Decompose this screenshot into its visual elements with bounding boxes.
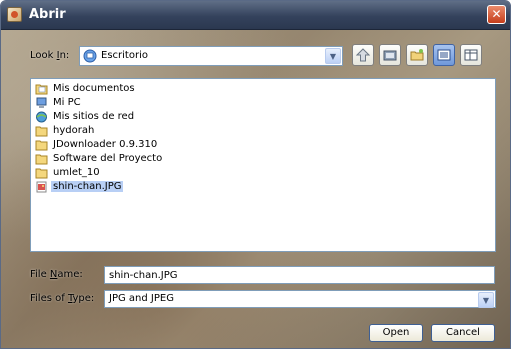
folder-icon — [35, 168, 48, 178]
look-in-label: Look In: — [30, 50, 70, 61]
details-view-button[interactable] — [460, 44, 482, 66]
list-item[interactable]: Mi PC — [35, 96, 83, 109]
network-icon — [36, 111, 47, 122]
list-item[interactable]: umlet_10 — [35, 166, 102, 179]
list-item[interactable]: Mis sitios de red — [35, 110, 136, 123]
details-view-icon — [464, 49, 478, 61]
file-open-dialog: Abrir ✕ Look In: Escritorio ▼ Mis docume… — [0, 0, 511, 349]
list-item[interactable]: Software del Proyecto — [35, 152, 164, 165]
up-arrow-icon — [356, 48, 370, 62]
file-type-label: Files of Type: — [30, 293, 95, 304]
new-folder-icon — [410, 49, 424, 61]
look-in-value: Escritorio — [101, 50, 148, 61]
list-item[interactable]: JDownloader 0.9.310 — [35, 138, 159, 151]
file-name-field[interactable] — [104, 266, 495, 284]
file-list[interactable]: Mis documentos Mi PC Mis sitios de red h… — [30, 78, 496, 252]
new-folder-button[interactable] — [406, 44, 428, 66]
computer-icon — [36, 97, 47, 108]
cancel-button[interactable]: Cancel — [431, 324, 495, 342]
chevron-down-icon[interactable]: ▼ — [325, 48, 341, 64]
close-button[interactable]: ✕ — [487, 5, 506, 24]
open-button[interactable]: Open — [369, 324, 423, 342]
list-item[interactable]: shin-chan.JPG — [35, 180, 124, 193]
file-name-label: File Name: — [30, 269, 83, 280]
folder-icon — [35, 154, 48, 164]
list-view-icon — [437, 49, 451, 61]
desktop-icon — [83, 49, 97, 63]
file-name-input[interactable] — [109, 269, 489, 282]
up-one-level-button[interactable] — [352, 44, 374, 66]
folder-icon — [35, 140, 48, 150]
image-file-icon — [36, 181, 47, 192]
file-type-value: JPG and JPEG — [109, 293, 174, 304]
window-title: Abrir — [29, 7, 66, 22]
desktop-button[interactable] — [379, 44, 401, 66]
list-item[interactable]: hydorah — [35, 124, 96, 137]
folder-icon — [35, 126, 48, 136]
chevron-down-icon[interactable]: ▼ — [478, 292, 494, 308]
list-view-button[interactable] — [433, 44, 455, 66]
desktop-folder-icon — [383, 50, 397, 61]
list-item[interactable]: Mis documentos — [35, 82, 137, 95]
java-cup-icon — [7, 7, 22, 22]
documents-folder-icon — [35, 84, 48, 94]
file-type-select[interactable]: JPG and JPEG ▼ — [104, 290, 496, 308]
title-bar[interactable]: Abrir ✕ — [1, 1, 510, 30]
look-in-combo[interactable]: Escritorio ▼ — [79, 46, 343, 66]
